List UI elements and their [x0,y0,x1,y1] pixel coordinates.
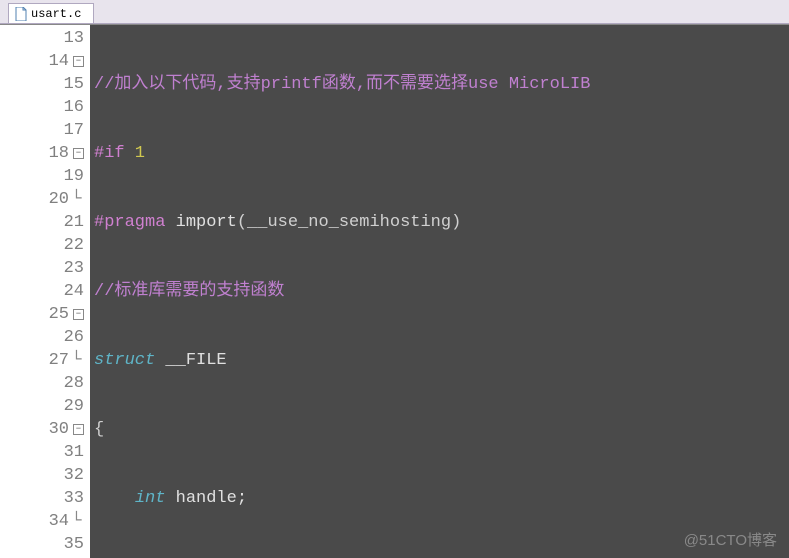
tab-bar: usart.c [0,0,789,24]
line-number: 28 [64,372,84,395]
line-number: 24 [64,280,84,303]
line-number: 17 [64,119,84,142]
line-number: 32 [64,464,84,487]
file-icon [15,7,27,21]
line-number-gutter: 13 14− 15 16 17 18− 19 20└ 21 22 23 24 2… [0,25,90,558]
line-number: 15 [64,73,84,96]
line-number: 29 [64,395,84,418]
fold-end-icon: └ [69,188,84,211]
line-number: 31 [64,441,84,464]
code-line: { [94,418,789,441]
fold-toggle-icon[interactable]: − [73,56,84,67]
line-number: 23 [64,257,84,280]
fold-toggle-icon[interactable]: − [73,148,84,159]
line-number: 26 [64,326,84,349]
code-line: #if 1 [94,142,789,165]
line-number: 35 [64,533,84,556]
watermark: @51CTO博客 [684,529,777,550]
fold-toggle-icon[interactable]: − [73,424,84,435]
line-number: 19 [64,165,84,188]
line-number: 13 [64,27,84,50]
code-line: int handle; [94,487,789,510]
code-editor: 13 14− 15 16 17 18− 19 20└ 21 22 23 24 2… [0,24,789,558]
code-area[interactable]: //加入以下代码,支持printf函数,而不需要选择use MicroLIB #… [90,25,789,558]
fold-end-icon: └ [69,349,84,372]
line-number: 16 [64,96,84,119]
fold-toggle-icon[interactable]: − [73,309,84,320]
fold-end-icon: └ [69,510,84,533]
line-number: 33 [64,487,84,510]
line-number: 22 [64,234,84,257]
code-line: struct __FILE [94,349,789,372]
line-number: 14 [49,50,69,73]
line-number: 30 [49,418,69,441]
line-number: 21 [64,211,84,234]
tab-label: usart.c [31,7,81,21]
code-line: #pragma import(__use_no_semihosting) [94,211,789,234]
tab-usart-c[interactable]: usart.c [8,3,94,23]
line-number: 34 [49,510,69,533]
line-number: 25 [49,303,69,326]
line-number: 27 [49,349,69,372]
line-number: 18 [49,142,69,165]
line-number: 20 [49,188,69,211]
code-line: //标准库需要的支持函数 [94,280,789,303]
code-line: //加入以下代码,支持printf函数,而不需要选择use MicroLIB [94,73,789,96]
